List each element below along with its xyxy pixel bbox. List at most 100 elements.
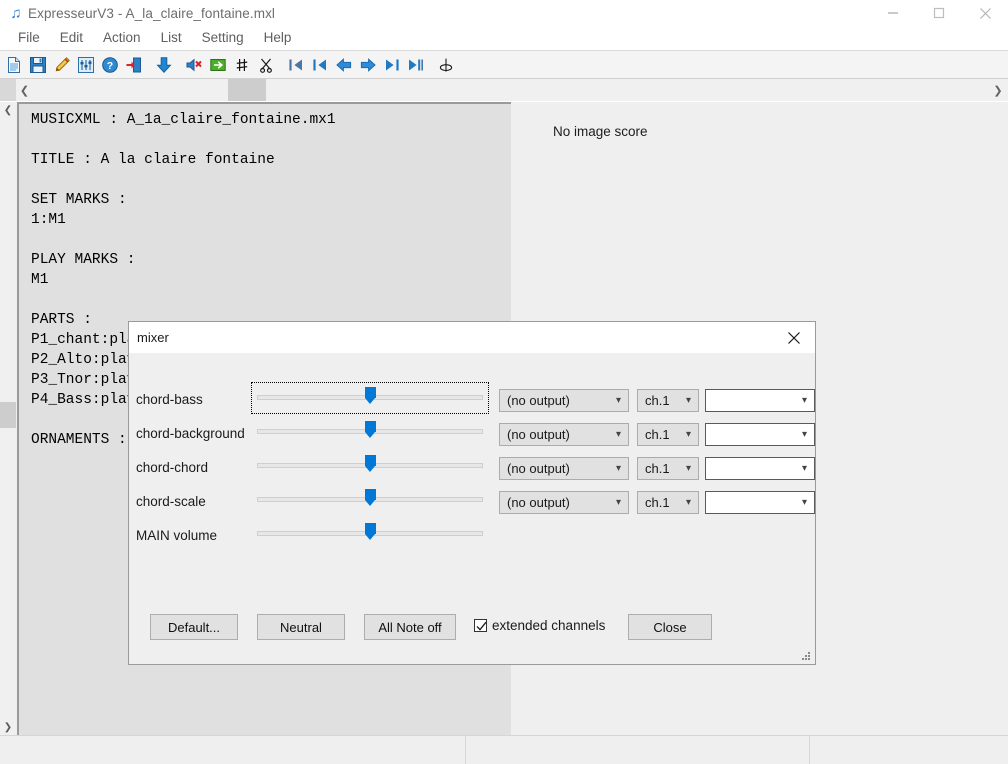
channel-select-value: ch.1	[645, 427, 670, 442]
default-button[interactable]: Default...	[150, 614, 238, 640]
mixer-row-label: MAIN volume	[136, 528, 217, 543]
chevron-down-icon: ▾	[802, 498, 807, 508]
mixer-titlebar: mixer	[129, 322, 815, 353]
menu-item-list[interactable]: List	[151, 28, 192, 48]
slider-thumb[interactable]	[365, 523, 376, 539]
mixer-title: mixer	[137, 330, 169, 345]
skip-end-icon[interactable]	[404, 53, 427, 76]
mixer-row: chord-background (no output) ▾ ch.1 ▾	[129, 417, 815, 451]
previous-mark-icon[interactable]	[308, 53, 331, 76]
hscroll-thumb[interactable]	[228, 79, 266, 101]
skip-start-icon[interactable]	[284, 53, 307, 76]
channel-select-value: ch.1	[645, 495, 670, 510]
all-note-off-button[interactable]: All Note off	[364, 614, 456, 640]
menu-item-action[interactable]: Action	[93, 28, 151, 48]
chevron-down-icon: ▾	[802, 396, 807, 406]
minimize-icon[interactable]	[870, 0, 916, 26]
channel-select-chord-background[interactable]: ch.1 ▾	[637, 423, 699, 446]
new-document-icon[interactable]	[2, 53, 25, 76]
no-image-score-label: No image score	[553, 124, 648, 139]
preset-select-chord-scale[interactable]: ▾	[705, 491, 815, 514]
volume-slider-chord-chord[interactable]	[252, 451, 488, 481]
body-area: ❮ ❯ MUSICXML : A_1a_claire_fontaine.mx1 …	[0, 102, 1008, 735]
play-green-icon[interactable]	[206, 53, 229, 76]
close-icon[interactable]	[962, 0, 1008, 26]
maximize-icon[interactable]	[916, 0, 962, 26]
chevron-down-icon: ▾	[616, 430, 621, 440]
output-select-chord-bass[interactable]: (no output) ▾	[499, 389, 629, 412]
chevron-down-icon: ▾	[802, 430, 807, 440]
chevron-down-icon: ▾	[616, 396, 621, 406]
chevron-down-icon: ▾	[686, 396, 691, 406]
mixer-body: chord-bass (no output) ▾ ch.1 ▾	[129, 353, 815, 664]
scrollbar-corner	[0, 79, 16, 101]
menu-item-edit[interactable]: Edit	[50, 28, 93, 48]
back-arrow-icon[interactable]	[332, 53, 355, 76]
slider-thumb[interactable]	[365, 455, 376, 471]
hscroll-track[interactable]	[33, 79, 988, 101]
down-arrow-icon[interactable]	[152, 53, 175, 76]
scroll-up-icon[interactable]: ❮	[0, 102, 16, 118]
volume-slider-main[interactable]	[252, 519, 488, 549]
output-select-chord-scale[interactable]: (no output) ▾	[499, 491, 629, 514]
metronome-icon[interactable]	[434, 53, 457, 76]
channel-select-chord-chord[interactable]: ch.1 ▾	[637, 457, 699, 480]
checkbox-box[interactable]	[474, 619, 487, 632]
chevron-down-icon: ▾	[686, 498, 691, 508]
mute-icon[interactable]	[182, 53, 205, 76]
mixer-row: chord-scale (no output) ▾ ch.1 ▾	[129, 485, 815, 519]
scroll-left-icon[interactable]: ❮	[16, 79, 33, 101]
mixer-row: chord-bass (no output) ▾ ch.1 ▾	[129, 383, 815, 417]
volume-slider-chord-background[interactable]	[252, 417, 488, 447]
mixer-row: MAIN volume	[129, 519, 815, 553]
mixer-row-label: chord-bass	[136, 392, 203, 407]
preset-select-chord-chord[interactable]: ▾	[705, 457, 815, 480]
output-select-value: (no output)	[507, 461, 570, 476]
volume-slider-chord-scale[interactable]	[252, 485, 488, 515]
forward-arrow-icon[interactable]	[356, 53, 379, 76]
channel-select-chord-bass[interactable]: ch.1 ▾	[637, 389, 699, 412]
help-icon[interactable]: ?	[98, 53, 121, 76]
neutral-button[interactable]: Neutral	[257, 614, 345, 640]
vertical-scrollbar[interactable]: ❮ ❯	[0, 102, 17, 735]
preset-select-chord-background[interactable]: ▾	[705, 423, 815, 446]
slider-thumb[interactable]	[365, 387, 376, 403]
extended-channels-label: extended channels	[492, 618, 605, 633]
vscroll-thumb[interactable]	[0, 402, 16, 428]
status-cell-3	[810, 736, 1008, 764]
sharp-icon[interactable]	[230, 53, 253, 76]
mixer-dialog[interactable]: mixer chord-bass (no output)	[128, 321, 816, 665]
horizontal-scrollbar[interactable]: ❮ ❯	[0, 79, 1008, 102]
channel-select-chord-scale[interactable]: ch.1 ▾	[637, 491, 699, 514]
menu-bar: File Edit Action List Setting Help	[0, 26, 1008, 51]
slider-thumb[interactable]	[365, 489, 376, 505]
menu-item-help[interactable]: Help	[254, 28, 302, 48]
edit-pencil-icon[interactable]	[50, 53, 73, 76]
close-icon[interactable]	[773, 322, 815, 353]
close-button[interactable]: Close	[628, 614, 712, 640]
resize-grip[interactable]	[800, 649, 812, 661]
volume-slider-chord-bass[interactable]	[252, 383, 488, 413]
next-mark-icon[interactable]	[380, 53, 403, 76]
menu-item-file[interactable]: File	[8, 28, 50, 48]
status-bar	[0, 735, 1008, 764]
mixer-row-label: chord-background	[136, 426, 245, 441]
output-select-chord-chord[interactable]: (no output) ▾	[499, 457, 629, 480]
preset-select-chord-bass[interactable]: ▾	[705, 389, 815, 412]
mixer-icon[interactable]	[74, 53, 97, 76]
slider-thumb[interactable]	[365, 421, 376, 437]
exit-icon[interactable]	[122, 53, 145, 76]
extended-channels-checkbox[interactable]: extended channels	[474, 618, 605, 633]
window-title: ExpresseurV3 - A_la_claire_fontaine.mxl	[28, 6, 275, 21]
scroll-right-icon[interactable]: ❯	[988, 79, 1008, 101]
status-cell-2	[466, 736, 810, 764]
cut-scissors-icon[interactable]	[254, 53, 277, 76]
status-cell-1	[0, 736, 466, 764]
save-icon[interactable]	[26, 53, 49, 76]
music-note-icon: ♫	[7, 4, 25, 22]
output-select-value: (no output)	[507, 427, 570, 442]
scroll-down-icon[interactable]: ❯	[0, 719, 16, 735]
output-select-chord-background[interactable]: (no output) ▾	[499, 423, 629, 446]
application-window: ♫ ExpresseurV3 - A_la_claire_fontaine.mx…	[0, 0, 1008, 764]
menu-item-setting[interactable]: Setting	[192, 28, 254, 48]
